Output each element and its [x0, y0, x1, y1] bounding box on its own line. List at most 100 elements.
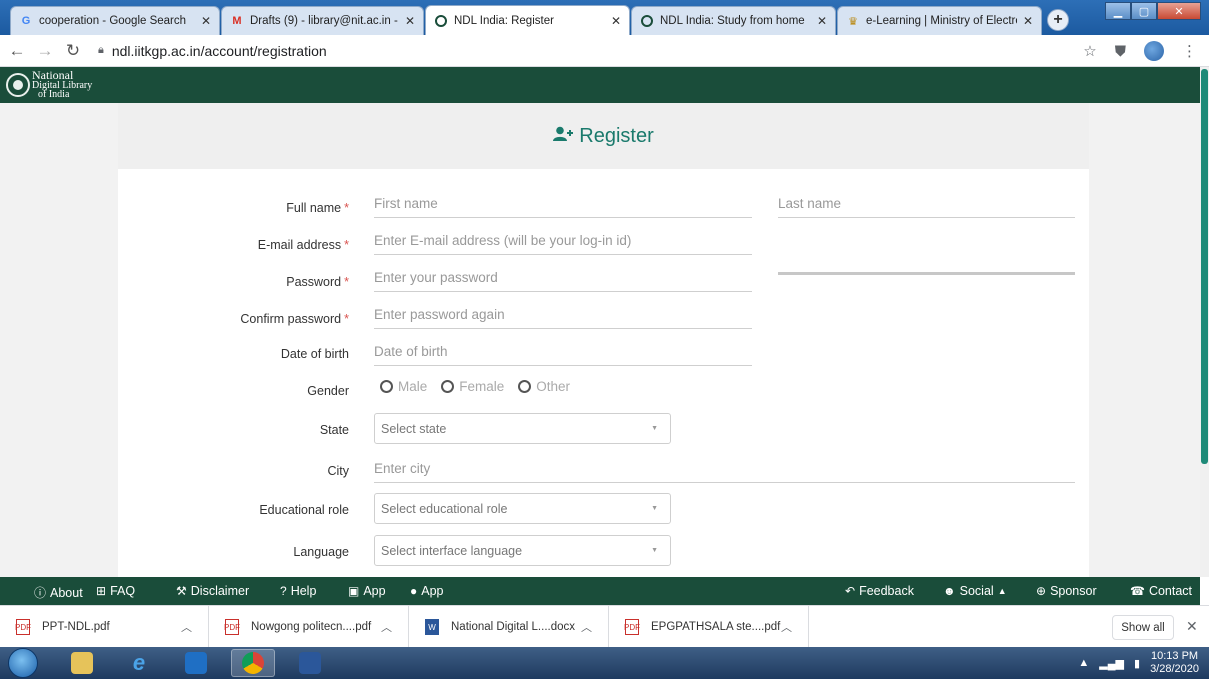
ndl-icon — [640, 14, 654, 28]
password-strength-bar — [778, 272, 1075, 275]
question-icon: ? — [280, 584, 287, 598]
taskbar-outlook[interactable] — [174, 649, 218, 677]
state-label: State — [319, 423, 349, 437]
reply-all-icon: ↶ — [845, 584, 856, 598]
menu-kebab-icon[interactable]: ⋮ — [1182, 42, 1197, 60]
clock-date: 3/28/2020 — [1150, 663, 1199, 675]
close-icon[interactable]: ✕ — [611, 14, 621, 28]
download-item[interactable]: W National Digital L....docx ︿ — [409, 606, 609, 648]
show-all-button[interactable]: Show all — [1112, 615, 1174, 640]
language-select[interactable]: Select interface language ▼ — [374, 535, 671, 566]
tray-arrow-icon[interactable]: ▲ — [1078, 657, 1089, 669]
taskbar-word[interactable] — [288, 649, 332, 677]
site-header: National Digital Library of India — [0, 67, 1209, 103]
page-scrollbar[interactable] — [1200, 67, 1209, 577]
url-field[interactable]: 🔒︎ ndl.iitkgp.ac.in/account/registration — [98, 43, 327, 59]
chevron-up-icon[interactable]: ︿ — [181, 619, 192, 635]
chevron-up-icon[interactable]: ︿ — [581, 619, 592, 635]
radio-circle-icon — [380, 380, 393, 393]
download-item[interactable]: PDF PPT-NDL.pdf ︿ — [0, 606, 209, 648]
close-icon[interactable]: ✕ — [405, 14, 415, 28]
maximize-icon[interactable]: ▢ — [1131, 2, 1157, 20]
apple-icon: ● — [410, 584, 418, 598]
email-label: E-mail address * — [257, 238, 349, 252]
caret-down-icon: ▼ — [651, 505, 658, 512]
confirm-password-field[interactable]: Enter password again — [374, 301, 752, 329]
footer-contact-link[interactable]: ☎ Contact — [1130, 584, 1192, 598]
educational-role-select[interactable]: Select educational role ▼ — [374, 493, 671, 524]
chrome-icon — [242, 652, 264, 674]
download-item[interactable]: PDF EPGPATHSALA ste....pdf ︿ — [609, 606, 809, 648]
logo-line-3: of India — [38, 89, 70, 100]
last-name-input[interactable]: Last name — [778, 190, 1075, 218]
shield-icon[interactable]: ⛊ — [1115, 43, 1126, 60]
network-signal-icon[interactable]: ▂▄▆ — [1099, 657, 1124, 670]
window-close-icon[interactable]: ✕ — [1157, 2, 1201, 20]
first-name-input[interactable]: First name — [374, 190, 752, 218]
taskbar-ie[interactable]: e — [117, 649, 161, 677]
footer-android-app-link[interactable]: ▣ App — [348, 584, 386, 598]
ndl-icon — [434, 14, 448, 28]
forward-icon[interactable]: → — [34, 41, 56, 61]
chevron-up-icon[interactable]: ︿ — [381, 619, 392, 635]
window-controls: ▁ ▢ ✕ — [1105, 2, 1201, 20]
footer-faq-link[interactable]: ⊞ FAQ — [96, 584, 135, 598]
dob-label: Date of birth — [280, 347, 349, 361]
register-card: Register Full name * First name Last name… — [118, 103, 1089, 577]
taskbar-chrome[interactable] — [231, 649, 275, 677]
state-select[interactable]: Select state ▼ — [374, 413, 671, 444]
email-field[interactable]: Enter E-mail address (will be your log-i… — [374, 227, 752, 255]
dob-field[interactable]: Date of birth — [374, 338, 752, 366]
footer-social-link[interactable]: ☻ Social ▲ — [943, 584, 1007, 598]
tab-ndl-register[interactable]: NDL India: Register ✕ — [425, 5, 630, 35]
footer-disclaimer-link[interactable]: ⚒ Disclaimer — [176, 584, 249, 598]
educational-role-label: Educational role — [259, 503, 349, 517]
scrollbar-thumb[interactable] — [1201, 69, 1208, 464]
word-icon — [299, 652, 321, 674]
caret-up-icon: ▲ — [997, 586, 1007, 596]
gender-other-radio[interactable]: Other — [518, 379, 570, 394]
minimize-icon[interactable]: ▁ — [1105, 2, 1131, 20]
taskbar-explorer[interactable] — [60, 649, 104, 677]
city-label: City — [327, 464, 349, 478]
close-icon[interactable]: ✕ — [1023, 14, 1033, 28]
tab-gmail-drafts[interactable]: M Drafts (9) - library@nit.ac.in - JIS ✕ — [221, 6, 424, 35]
ndl-emblem-icon — [6, 72, 30, 97]
android-icon: ▣ — [348, 584, 360, 598]
tab-elearning[interactable]: ♛ e-Learning | Ministry of Electron ✕ — [837, 6, 1042, 35]
chevron-up-icon[interactable]: ︿ — [781, 619, 792, 635]
footer-ios-app-link[interactable]: ● App — [410, 584, 444, 598]
tab-google-search[interactable]: G cooperation - Google Search ✕ — [10, 6, 220, 35]
extension-globe-icon[interactable] — [1144, 41, 1164, 61]
close-icon[interactable]: ✕ — [201, 14, 211, 28]
pdf-icon: PDF — [15, 619, 31, 635]
city-field[interactable]: Enter city — [374, 455, 1075, 483]
footer-feedback-link[interactable]: ↶ Feedback — [845, 584, 914, 598]
lifebuoy-icon: ⊕ — [1036, 584, 1047, 598]
gavel-icon: ⚒ — [176, 584, 187, 598]
tab-ndl-study[interactable]: NDL India: Study from home ✕ — [631, 6, 836, 35]
reload-icon[interactable]: ↻ — [62, 41, 84, 61]
power-icon[interactable]: ▮ — [1134, 657, 1140, 670]
bookmark-star-icon[interactable]: ☆ — [1083, 42, 1096, 60]
footer-help-link[interactable]: ? Help — [280, 584, 316, 598]
back-icon[interactable]: ← — [6, 41, 28, 61]
taskbar-clock[interactable]: 10:13 PM 3/28/2020 — [1150, 650, 1199, 676]
footer-sponsor-link[interactable]: ⊕ Sponsor — [1036, 584, 1097, 598]
close-icon[interactable]: ✕ — [1186, 618, 1198, 635]
gender-label: Gender — [307, 384, 349, 398]
download-item[interactable]: PDF Nowgong politecn....pdf ︿ — [209, 606, 409, 648]
new-tab-button[interactable]: + — [1047, 9, 1069, 31]
ndl-logo[interactable]: National Digital Library of India — [6, 69, 92, 100]
start-button[interactable] — [8, 648, 38, 678]
close-icon[interactable]: ✕ — [817, 14, 827, 28]
tab-title: e-Learning | Ministry of Electron — [866, 15, 1017, 27]
register-header: Register — [118, 103, 1089, 169]
system-tray: ▲ ▂▄▆ ▮ 10:13 PM 3/28/2020 — [1078, 650, 1199, 676]
radio-circle-icon — [518, 380, 532, 393]
gender-female-radio[interactable]: Female — [441, 379, 504, 394]
gender-male-radio[interactable]: Male — [380, 379, 427, 394]
password-field[interactable]: Enter your password — [374, 264, 752, 292]
footer-about-link[interactable]: ⓘ About — [34, 584, 83, 601]
tab-title: NDL India: Register — [454, 14, 554, 27]
